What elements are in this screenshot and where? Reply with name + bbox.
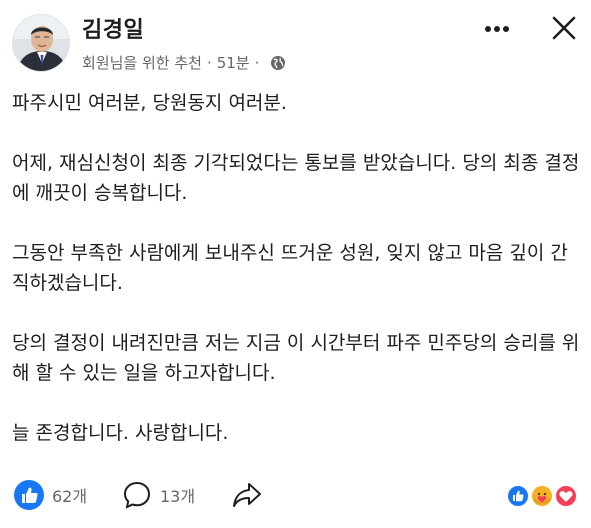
post-body: 파주시민 여러분, 당원동지 여러분. 어제, 재심신청이 최종 기각되었다는 … bbox=[12, 88, 582, 448]
love-reaction-icon bbox=[554, 484, 578, 508]
post-time[interactable]: 51분 bbox=[217, 52, 250, 73]
more-icon bbox=[485, 26, 509, 32]
close-icon bbox=[552, 16, 576, 40]
post-paragraph: 당의 결정이 내려진만큼 저는 지금 이 시간부터 파주 민주당의 승리를 위해… bbox=[12, 332, 580, 384]
like-reaction-icon bbox=[506, 484, 530, 508]
author-name[interactable]: 김경일 bbox=[82, 12, 144, 44]
like-count: 62개 bbox=[52, 487, 88, 506]
recommendation-label: 회원님을 위한 추천 bbox=[82, 54, 202, 72]
close-button[interactable] bbox=[548, 12, 580, 44]
post-meta: 회원님을 위한 추천 · 51분 · bbox=[82, 52, 286, 73]
comment-count: 13개 bbox=[160, 487, 196, 506]
comment-icon bbox=[123, 481, 151, 509]
like-icon bbox=[14, 480, 44, 510]
globe-icon bbox=[270, 55, 286, 71]
post-paragraph: 늘 존경합니다. 사랑합니다. bbox=[12, 422, 229, 444]
meta-separator-2: · bbox=[254, 53, 260, 72]
more-options-button[interactable] bbox=[482, 14, 512, 44]
share-button[interactable] bbox=[230, 480, 264, 510]
care-reaction-icon bbox=[530, 484, 554, 508]
like-button[interactable]: 62개 bbox=[14, 480, 87, 510]
comment-button[interactable]: 13개 bbox=[122, 480, 195, 510]
post-footer: 62개 13개 bbox=[0, 472, 591, 520]
author-avatar[interactable] bbox=[12, 14, 70, 72]
post-paragraph: 파주시민 여러분, 당원동지 여러분. bbox=[12, 92, 287, 114]
post-paragraph: 어제, 재심신청이 최종 기각되었다는 통보를 받았습니다. 당의 최종 결정에… bbox=[12, 152, 580, 204]
share-icon bbox=[233, 483, 261, 507]
meta-separator: · bbox=[206, 53, 212, 72]
post-paragraph: 그동안 부족한 사람에게 보내주신 뜨거운 성원, 잊지 않고 마음 깊이 간직… bbox=[12, 242, 568, 294]
reactions-summary[interactable] bbox=[506, 484, 580, 508]
post-header: 김경일 회원님을 위한 추천 · 51분 · bbox=[0, 0, 591, 80]
